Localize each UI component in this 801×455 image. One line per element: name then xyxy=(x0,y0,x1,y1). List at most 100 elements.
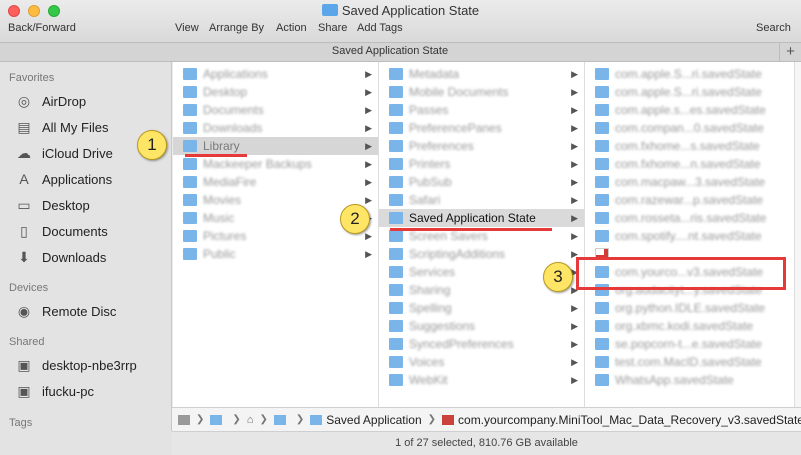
library-folder-row[interactable]: Mobile Documents ▶ xyxy=(379,83,584,101)
sidebar-item-desktop[interactable]: ▭ Desktop xyxy=(14,194,89,216)
window-title: Saved Application State xyxy=(0,3,801,18)
home-folder-row[interactable]: Documents ▶ xyxy=(173,101,378,119)
sidebar-item-icloud-drive[interactable]: ☁ iCloud Drive xyxy=(14,142,113,164)
saved-state-row[interactable]: se.popcorn-t...e.savedState xyxy=(585,335,794,353)
home-folder-row[interactable]: Mackeeper Backups ▶ xyxy=(173,155,378,173)
saved-state-row[interactable]: WhatsApp.savedState xyxy=(585,371,794,389)
disclosure-arrow-icon: ▶ xyxy=(365,230,372,241)
home-folder-row[interactable]: Desktop ▶ xyxy=(173,83,378,101)
saved-state-row[interactable]: com.fxhome...s.savedState xyxy=(585,137,794,155)
folder-icon xyxy=(183,194,197,206)
folder-icon xyxy=(595,194,609,206)
library-folder-row[interactable]: Metadata ▶ xyxy=(379,65,584,83)
saved-state-row[interactable]: com.compan...0.savedState xyxy=(585,119,794,137)
sidebar-item-desktop-nbe3rrp[interactable]: ▣ desktop-nbe3rrp xyxy=(14,354,136,376)
sidebar: Favorites ◎ AirDrop ▤ All My Files ☁ iCloud… xyxy=(0,62,172,455)
library-folder-label: Passes xyxy=(409,103,449,117)
library-folder-row[interactable]: Printers ▶ xyxy=(379,155,584,173)
home-icon: ⌂ xyxy=(246,413,254,426)
arrange-by-button[interactable]: Arrange By xyxy=(209,22,264,34)
sidebar-item-downloads[interactable]: ⬇ Downloads xyxy=(14,246,106,268)
home-folder-row[interactable]: Applications ▶ xyxy=(173,65,378,83)
home-folder-label: Music xyxy=(203,211,235,225)
library-folder-row[interactable]: Saved Application State ▶ xyxy=(379,209,584,227)
saved-state-label: com.apple.S...ri.savedState xyxy=(615,85,762,99)
downloads-icon: ⬇ xyxy=(18,248,30,265)
new-tab-button[interactable]: + xyxy=(779,43,801,62)
sidebar-item-remote-disc[interactable]: ◉ Remote Disc xyxy=(14,300,117,322)
saved-state-label: com.fxhome...s.savedState xyxy=(615,139,760,153)
disclosure-arrow-icon: ▶ xyxy=(571,122,578,133)
path-disk[interactable] xyxy=(178,414,190,425)
search-button[interactable]: Search xyxy=(756,22,791,34)
library-folder-row[interactable]: Voices ▶ xyxy=(379,353,584,371)
folder-icon xyxy=(389,266,403,278)
library-folder-row[interactable]: Spelling ▶ xyxy=(379,299,584,317)
folder-icon xyxy=(389,140,403,152)
step-2-badge: 2 xyxy=(340,204,370,234)
tab-title[interactable]: Saved Application State xyxy=(0,45,780,57)
path-separator-icon: ❯ xyxy=(295,414,305,425)
saved-state-row[interactable]: test.com.MacID.savedState xyxy=(585,353,794,371)
library-folder-row[interactable]: ScriptingAdditions ▶ xyxy=(379,245,584,263)
library-folder-label: Screen Savers xyxy=(409,229,488,243)
saved-state-row[interactable]: com.apple.S...ri.savedState xyxy=(585,65,794,83)
path-users[interactable] xyxy=(210,414,226,425)
saved-state-row[interactable]: org.xbmc.kodi.savedState xyxy=(585,317,794,335)
library-folder-label: Spelling xyxy=(409,301,452,315)
computer-icon: ▣ xyxy=(17,382,31,399)
home-folder-label: MediaFire xyxy=(203,175,257,189)
saved-state-row[interactable]: com.razewar...p.savedState xyxy=(585,191,794,209)
add-tags-button[interactable]: Add Tags xyxy=(357,22,403,34)
folder-icon xyxy=(183,122,197,134)
library-folder-row[interactable]: Passes ▶ xyxy=(379,101,584,119)
action-button[interactable]: Action xyxy=(276,22,307,34)
saved-state-row[interactable]: com.fxhome...n.savedState xyxy=(585,155,794,173)
library-folder-row[interactable]: Preferences ▶ xyxy=(379,137,584,155)
view-button[interactable]: View xyxy=(175,22,199,34)
folder-icon xyxy=(183,158,197,170)
back-forward-button[interactable]: Back/Forward xyxy=(8,22,76,34)
library-folder-row[interactable]: Suggestions ▶ xyxy=(379,317,584,335)
home-folder-row[interactable]: Library ▶ xyxy=(173,137,378,155)
path-home[interactable]: ⌂ xyxy=(247,414,254,426)
library-folder-row[interactable]: PreferencePanes ▶ xyxy=(379,119,584,137)
saved-state-row[interactable]: com.rosseta...ris.savedState xyxy=(585,209,794,227)
sidebar-item-ifucku-pc[interactable]: ▣ ifucku-pc xyxy=(14,380,94,402)
vertical-scrollbar[interactable] xyxy=(795,62,801,407)
library-folder-row[interactable]: Safari ▶ xyxy=(379,191,584,209)
folder-icon xyxy=(595,104,609,116)
folder-icon xyxy=(183,104,197,116)
saved-state-label: com.spotify....nt.savedState xyxy=(615,229,762,243)
saved-state-row[interactable]: com.apple.S...ri.savedState xyxy=(585,83,794,101)
path-library[interactable] xyxy=(273,414,290,425)
home-folder-row[interactable]: MediaFire ▶ xyxy=(173,173,378,191)
path-saved-application-state[interactable]: Saved Application xyxy=(310,413,422,427)
saved-state-row[interactable]: com.spotify....nt.savedState xyxy=(585,227,794,245)
saved-state-underline xyxy=(390,228,552,231)
saved-state-row[interactable]: com.macpaw...3.savedState xyxy=(585,173,794,191)
sidebar-item-airdrop[interactable]: ◎ AirDrop xyxy=(14,90,86,112)
folder-icon xyxy=(183,86,197,98)
folder-icon xyxy=(389,68,403,80)
home-folder-label: Documents xyxy=(203,103,264,117)
library-folder-row[interactable]: WebKit ▶ xyxy=(379,371,584,389)
home-folder-row[interactable]: Public ▶ xyxy=(173,245,378,263)
sidebar-item-applications[interactable]: A Applications xyxy=(14,168,112,190)
path-saved-state-file[interactable]: com.yourcompany.MiniTool_Mac_Data_Recove… xyxy=(442,413,801,427)
library-folder-label: Saved Application State xyxy=(409,211,536,225)
library-folder-row[interactable]: SyncedPreferences ▶ xyxy=(379,335,584,353)
sidebar-item-documents[interactable]: ▯ Documents xyxy=(14,220,108,242)
folder-icon xyxy=(183,176,197,188)
saved-state-row[interactable]: com.apple.s...es.savedState xyxy=(585,101,794,119)
library-folder-label: WebKit xyxy=(409,373,448,387)
folder-icon xyxy=(595,230,609,242)
share-button[interactable]: Share xyxy=(318,22,347,34)
library-folder-label: ScriptingAdditions xyxy=(409,247,506,261)
home-folder-row[interactable]: Downloads ▶ xyxy=(173,119,378,137)
folder-icon xyxy=(389,302,403,314)
library-folder-label: Printers xyxy=(409,157,451,171)
library-folder-row[interactable]: PubSub ▶ xyxy=(379,173,584,191)
saved-state-row[interactable]: org.python.IDLE.savedState xyxy=(585,299,794,317)
sidebar-item-all-my-files[interactable]: ▤ All My Files xyxy=(14,116,108,138)
